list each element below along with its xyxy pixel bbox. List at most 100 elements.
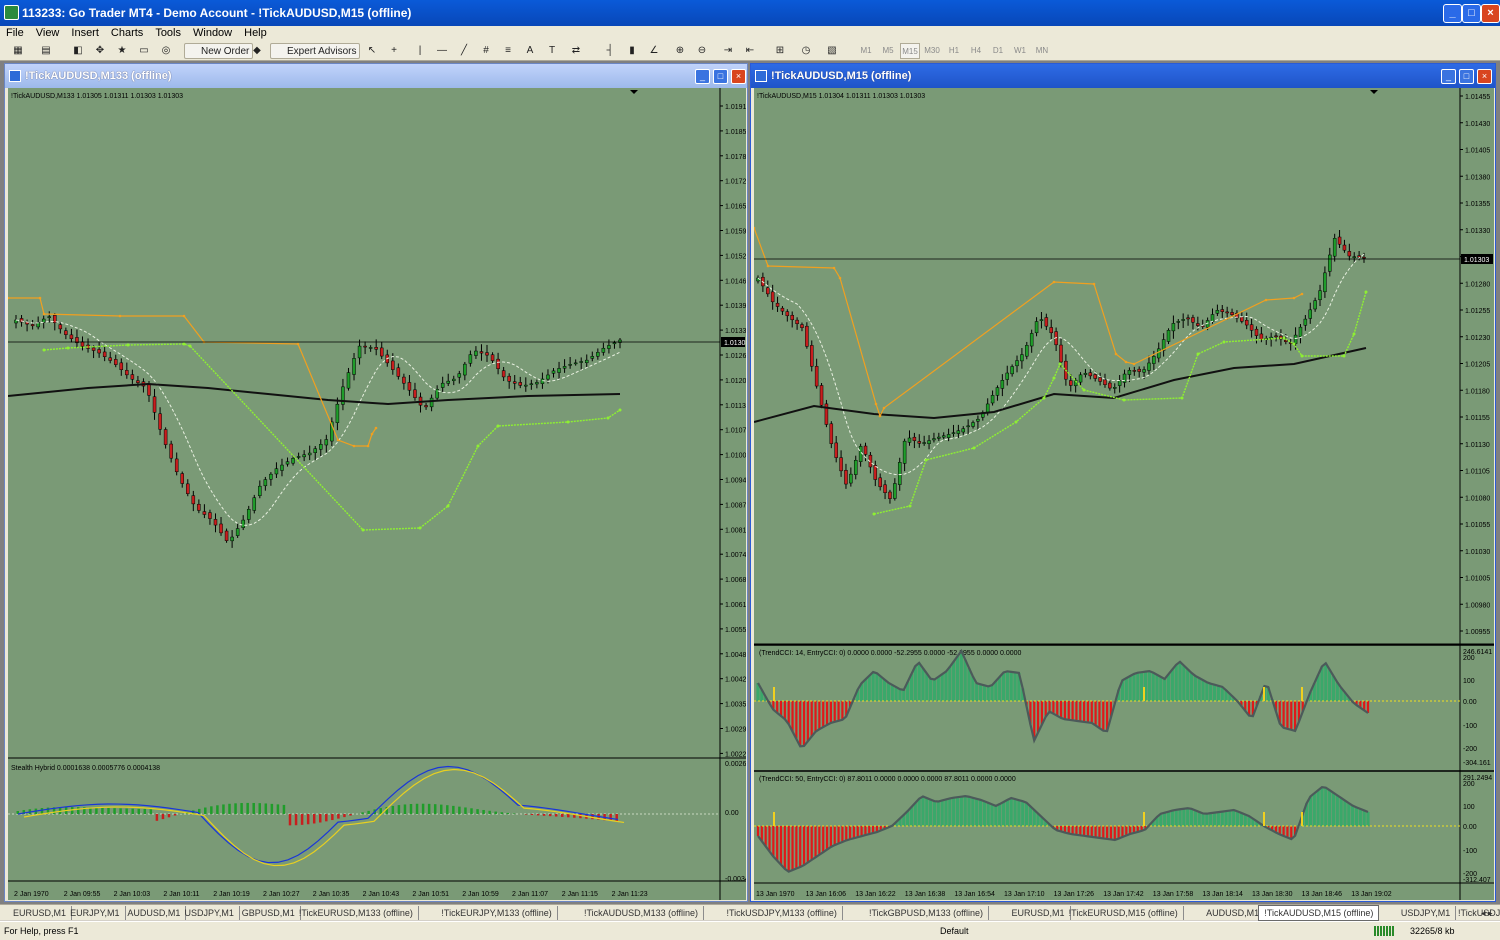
menu-window[interactable]: Window xyxy=(187,26,238,41)
horizontal-line-icon[interactable]: — xyxy=(434,43,450,59)
indicators-icon[interactable]: ⊞ xyxy=(772,43,788,59)
chart-canvas-left[interactable]: 1.01915 1.01850 1.01785 1.01720 1.01655 1.015… xyxy=(8,88,746,900)
vertical-line-icon[interactable]: | xyxy=(412,43,428,59)
label-icon[interactable]: T xyxy=(544,43,560,59)
menu-tools[interactable]: Tools xyxy=(149,26,187,41)
chart-tab[interactable]: !TickAUDUSD,M133 (offline) xyxy=(579,906,704,920)
autoscroll-icon[interactable]: ⇥ xyxy=(720,43,736,59)
candle-bull xyxy=(1318,290,1322,301)
bar-chart-icon[interactable]: ┤ xyxy=(602,43,618,59)
time-label: 2 Jan 1970 xyxy=(14,891,49,898)
chart-tab[interactable]: AUDUSD,M1 xyxy=(122,906,187,920)
candle-bull xyxy=(1293,334,1298,344)
histogram-bar xyxy=(440,804,443,814)
candle-bear xyxy=(814,366,819,387)
chart-close-button[interactable]: × xyxy=(1477,69,1492,84)
histogram-bar xyxy=(264,803,268,814)
favorites-icon[interactable]: ★ xyxy=(114,43,130,59)
chart-tab[interactable]: !TickEURUSD,M15 (offline) xyxy=(1064,906,1184,920)
timeframe-mn[interactable]: MN xyxy=(1032,43,1052,59)
chart-tab[interactable]: !TickAUDUSD,M15 (offline) xyxy=(1258,905,1380,921)
chart-canvas-right[interactable]: 1.01455 1.01430 1.01405 1.01380 1.01355 1.013… xyxy=(754,88,1494,900)
chart-tab[interactable]: USDJPY,M1 xyxy=(1396,906,1457,920)
market-watch-icon[interactable]: ◧ xyxy=(70,43,86,59)
chart-close-button[interactable]: × xyxy=(731,69,746,84)
arrows-icon[interactable]: ⇄ xyxy=(568,43,584,59)
histogram-bar xyxy=(319,814,322,823)
timeframe-w1[interactable]: W1 xyxy=(1010,43,1030,59)
chart-tab[interactable]: USDJPY,M1 xyxy=(180,906,240,920)
minimize-button[interactable]: _ xyxy=(1443,4,1462,23)
chart-maximize-button[interactable]: □ xyxy=(713,69,728,84)
timeframe-m30[interactable]: M30 xyxy=(922,43,942,59)
candle-chart-icon[interactable]: ▮ xyxy=(624,43,640,59)
chart-minimize-button[interactable]: _ xyxy=(1441,69,1456,84)
candle-bear xyxy=(878,477,882,488)
timeframe-d1[interactable]: D1 xyxy=(988,43,1008,59)
chart-window-left[interactable]: !TickAUDUSD,M133 (offline) _ □ × 1.01915… xyxy=(4,63,748,902)
price-label: 1.01030 xyxy=(1465,549,1490,556)
navigator-icon[interactable]: ✥ xyxy=(92,43,108,59)
menu-file[interactable]: File xyxy=(0,26,30,41)
chart-tab[interactable]: EURUSD,M1 xyxy=(8,906,73,920)
candle-bull xyxy=(296,456,301,458)
expert-advisors-button[interactable]: Expert Advisors xyxy=(270,43,361,59)
menu-view[interactable]: View xyxy=(30,26,66,41)
terminal-icon[interactable]: ▭ xyxy=(136,43,152,59)
chart-tab[interactable]: GBPUSD,M1 xyxy=(237,906,301,920)
histogram-bar xyxy=(137,808,140,814)
time-label: 2 Jan 11:23 xyxy=(612,891,648,898)
tester-icon[interactable]: ◎ xyxy=(158,43,174,59)
candle-bear xyxy=(844,470,848,485)
candle-bull xyxy=(440,382,445,388)
new-chart-icon[interactable]: ▦ xyxy=(10,43,26,59)
chart-tab[interactable]: EURUSD,M1 xyxy=(1007,906,1071,920)
menu-charts[interactable]: Charts xyxy=(105,26,149,41)
profiles-icon[interactable]: ▤ xyxy=(38,43,54,59)
trendline-icon[interactable]: ╱ xyxy=(456,43,472,59)
histogram-bar xyxy=(240,803,243,814)
lime-dot xyxy=(1282,336,1286,340)
timeframe-h4[interactable]: H4 xyxy=(966,43,986,59)
timeframe-m5[interactable]: M5 xyxy=(878,43,898,59)
candle-bear xyxy=(1274,335,1278,338)
text-icon[interactable]: A xyxy=(522,43,538,59)
candle-bull xyxy=(941,435,946,438)
chart-tab[interactable]: !TickEURJPY,M133 (offline) xyxy=(436,906,558,920)
fibonacci-icon[interactable]: ≡ xyxy=(500,43,516,59)
line-chart-icon[interactable]: ∠ xyxy=(646,43,662,59)
timeframe-h1[interactable]: H1 xyxy=(944,43,964,59)
chart-maximize-button[interactable]: □ xyxy=(1459,69,1474,84)
channel-icon[interactable]: # xyxy=(478,43,494,59)
metaeditor-icon[interactable]: ◆ xyxy=(249,43,265,59)
price-label: 1.00420 xyxy=(725,677,746,684)
zoom-out-icon[interactable]: ⊖ xyxy=(694,43,710,59)
chart-minimize-button[interactable]: _ xyxy=(695,69,710,84)
chart-tab[interactable]: !TickUSDJPY,M133 (offline) xyxy=(721,906,843,920)
menu-insert[interactable]: Insert xyxy=(65,26,105,41)
tab-scroll-arrows-icon[interactable]: ◂ ▸ xyxy=(1476,906,1498,920)
new-order-button[interactable]: New Order xyxy=(184,43,254,59)
price-label: 1.01200 xyxy=(725,378,746,385)
candle-bull xyxy=(971,422,975,427)
zoom-in-icon[interactable]: ⊕ xyxy=(672,43,688,59)
timeframe-m1[interactable]: M1 xyxy=(856,43,876,59)
chart-shift-icon[interactable]: ⇤ xyxy=(742,43,758,59)
chart-tab[interactable]: !TickEURUSD,M133 (offline) xyxy=(294,906,419,920)
periods-icon[interactable]: ◷ xyxy=(798,43,814,59)
chart-tab[interactable]: AUDUSD,M1 xyxy=(1201,906,1266,920)
chart-window-right[interactable]: !TickAUDUSD,M15 (offline) _ □ × 1.01455 1… xyxy=(750,63,1496,902)
cursor-icon[interactable]: ↖ xyxy=(364,43,380,59)
orange-dot xyxy=(336,438,340,442)
chart-tab[interactable]: EURJPY,M1 xyxy=(65,906,126,920)
candle-bull xyxy=(357,345,362,359)
histogram-bar xyxy=(464,807,467,814)
close-button[interactable]: × xyxy=(1481,4,1500,23)
histogram-bar xyxy=(294,814,298,826)
crosshair-icon[interactable]: + xyxy=(386,43,402,59)
chart-tab[interactable]: !TickGBPUSD,M133 (offline) xyxy=(864,906,990,920)
maximize-button[interactable]: □ xyxy=(1462,4,1481,23)
timeframe-m15[interactable]: M15 xyxy=(900,43,920,59)
templates-icon[interactable]: ▧ xyxy=(824,43,840,59)
menu-help[interactable]: Help xyxy=(238,26,273,41)
